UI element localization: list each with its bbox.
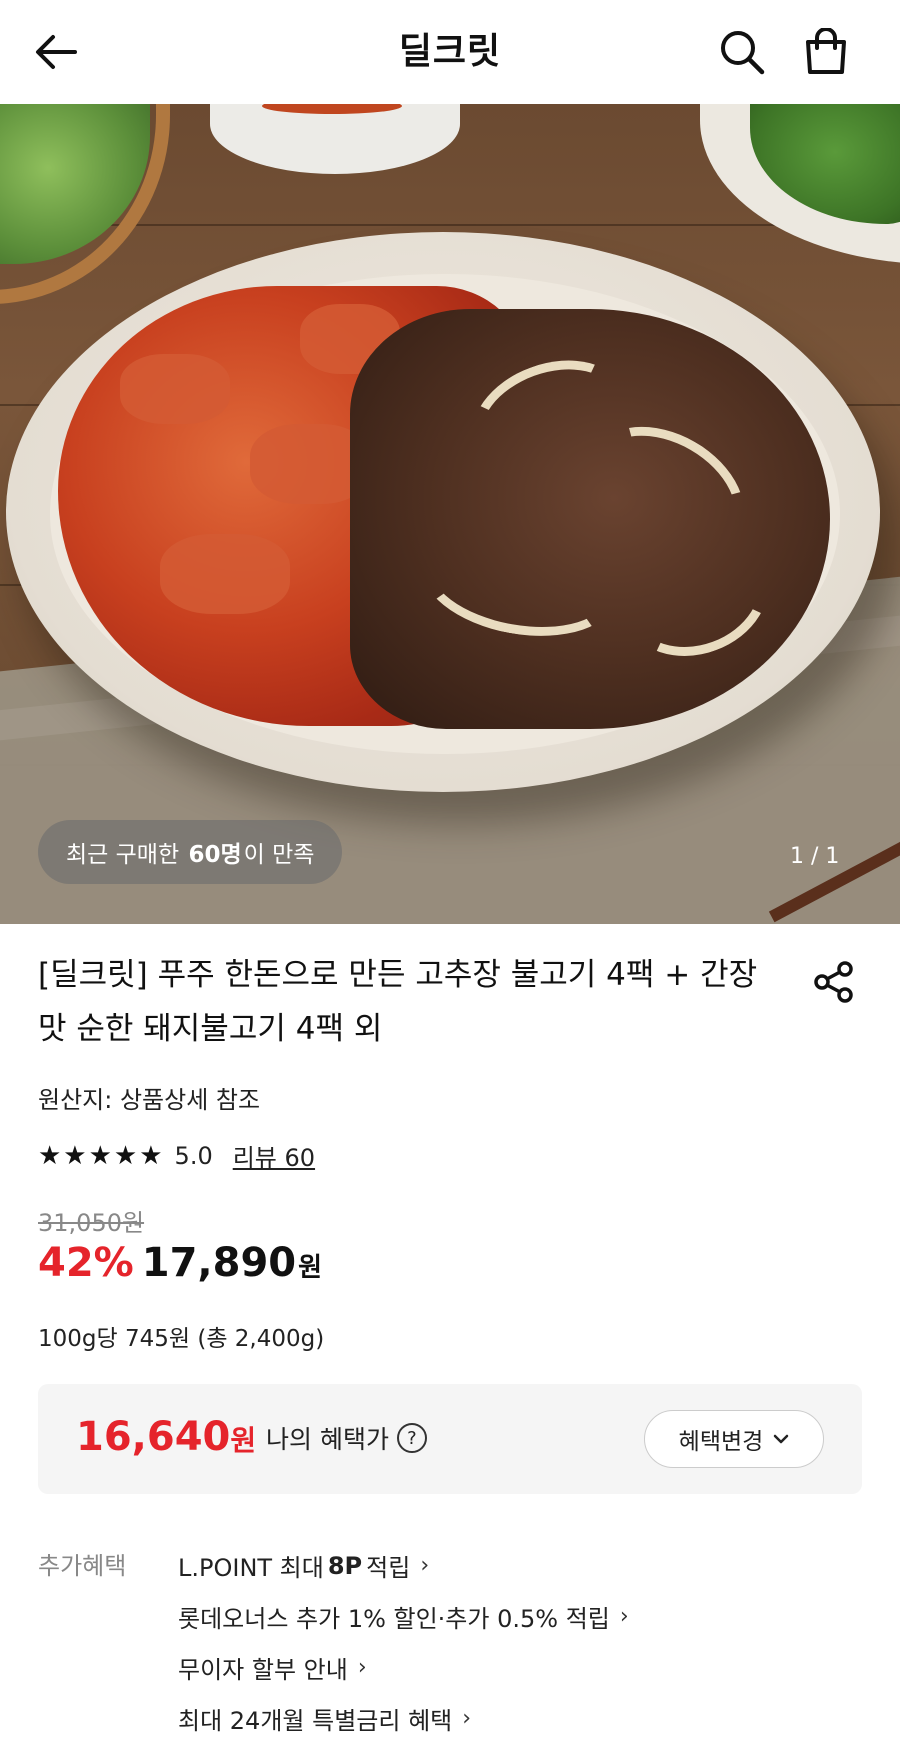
extra-benefits-label: 추가혜택 — [38, 1552, 127, 1580]
installment-info-link[interactable]: 무이자 할부 안내 › — [178, 1642, 629, 1693]
badge-suffix: 이 만족 — [243, 842, 315, 868]
chevron-down-icon — [774, 1434, 789, 1444]
installment-text: 무이자 할부 안내 — [178, 1656, 348, 1684]
change-benefit-button[interactable]: 혜택변경 — [644, 1410, 824, 1468]
unit-price: 100g당 745원 (총 2,400g) — [38, 1326, 325, 1352]
star-rating-icon: ★★★★★ — [38, 1140, 165, 1171]
chevron-right-icon: › — [420, 1553, 430, 1578]
change-benefit-label: 혜택변경 — [678, 1429, 764, 1455]
lpoint-benefit-link[interactable]: L.POINT 최대 8P 적립 › — [178, 1540, 629, 1591]
lotte-owners-benefit-link[interactable]: 롯데오너스 추가 1% 할인·추가 0.5% 적립 › — [178, 1591, 629, 1642]
image-counter: 1 / 1 — [790, 844, 840, 869]
lpoint-text: L.POINT 최대 — [178, 1554, 324, 1582]
search-button[interactable] — [712, 22, 772, 82]
share-button[interactable] — [808, 956, 860, 1008]
share-icon — [814, 961, 853, 1003]
review-link[interactable]: 리뷰 60 — [233, 1138, 315, 1173]
product-image[interactable]: 최근 구매한 60명 이 만족 1 / 1 — [0, 104, 900, 924]
lotte-owners-text: 롯데오너스 추가 1% 할인·추가 0.5% 적립 — [178, 1605, 610, 1633]
purchase-satisfaction-badge: 최근 구매한 60명 이 만족 — [38, 820, 343, 884]
shopping-bag-icon — [806, 28, 846, 74]
cart-button[interactable] — [796, 22, 856, 82]
lettuce-decoration — [0, 104, 150, 264]
lpoint-points: 8P — [327, 1551, 363, 1580]
original-price: 31,050원 — [38, 1209, 145, 1237]
benefit-price: 16,640원 — [76, 1414, 256, 1460]
price-currency: 원 — [298, 1253, 323, 1283]
sauce-bowl-decoration — [210, 104, 460, 174]
sale-price: 17,890 — [141, 1240, 297, 1286]
benefit-label-text: 나의 혜택가 — [266, 1425, 389, 1454]
chevron-right-icon: › — [619, 1604, 629, 1629]
special-interest-link[interactable]: 최대 24개월 특별금리 혜택 › — [178, 1693, 629, 1744]
rating-row: ★★★★★ 5.0 리뷰 60 — [38, 1138, 315, 1173]
lpoint-suffix: 적립 — [366, 1554, 411, 1582]
price-row: 42% 17,890 원 — [38, 1240, 322, 1286]
my-benefit-box: 16,640원 나의 혜택가 ? 혜택변경 — [38, 1384, 862, 1494]
rating-score: 5.0 — [174, 1141, 213, 1170]
help-icon[interactable]: ? — [396, 1423, 427, 1453]
chevron-right-icon: › — [357, 1655, 367, 1680]
chevron-right-icon: › — [462, 1706, 472, 1731]
badge-count: 60명 — [188, 842, 242, 868]
origin-info: 원산지: 상품상세 참조 — [38, 1086, 261, 1114]
benefit-price-currency: 원 — [230, 1424, 257, 1457]
search-icon — [721, 31, 765, 75]
benefit-price-value: 16,640 — [76, 1414, 231, 1460]
benefit-label: 나의 혜택가 ? — [266, 1420, 427, 1456]
discount-rate: 42% — [38, 1240, 134, 1286]
badge-prefix: 최근 구매한 — [66, 842, 180, 868]
extra-benefits-list: L.POINT 최대 8P 적립 › 롯데오너스 추가 1% 할인·추가 0.5… — [178, 1540, 629, 1744]
top-app-bar: 딜크릿 — [0, 0, 900, 104]
product-title: [딜크릿] 푸주 한돈으로 만든 고추장 불고기 4팩 + 간장맛 순한 돼지불… — [38, 957, 758, 1047]
special-interest-text: 최대 24개월 특별금리 혜택 — [178, 1707, 453, 1735]
